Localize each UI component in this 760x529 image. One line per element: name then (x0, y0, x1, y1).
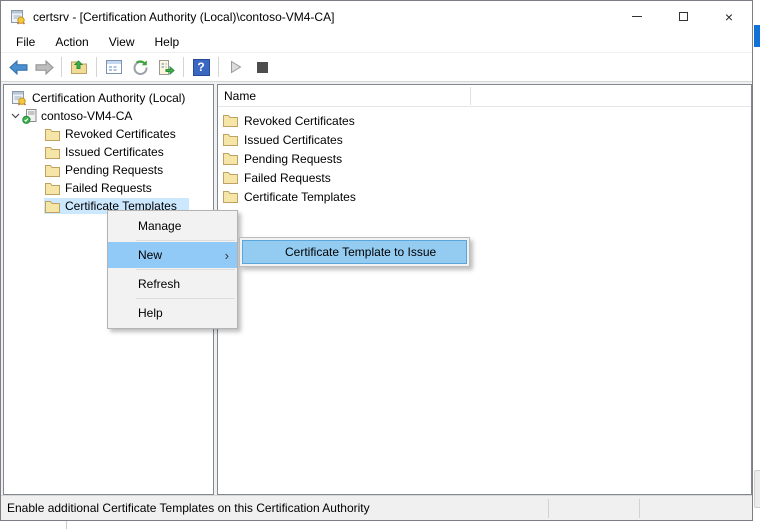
folder-icon (45, 200, 60, 213)
properties-button[interactable] (102, 55, 126, 79)
close-icon: × (725, 10, 733, 24)
toolbar-separator (61, 57, 62, 77)
folder-icon (45, 128, 60, 141)
menu-separator (136, 269, 235, 270)
status-bar-divider (639, 499, 640, 518)
menu-separator (136, 298, 235, 299)
list-header: Name (218, 85, 751, 107)
list-item-label: Revoked Certificates (244, 114, 355, 128)
menu-help[interactable]: Help (145, 33, 190, 51)
chevron-down-icon[interactable] (9, 113, 22, 119)
background-window-fragment (66, 521, 67, 529)
maximize-icon (679, 12, 688, 21)
list-item-issued-certificates[interactable]: Issued Certificates (218, 130, 751, 149)
tree-node-failed-requests[interactable]: Failed Requests (4, 179, 213, 197)
certification-authority-tree: Certification Authority (Local) conto (4, 85, 213, 215)
menu-bar: File Action View Help (1, 32, 752, 53)
list-item-pending-requests[interactable]: Pending Requests (218, 149, 751, 168)
tree-node-issued-certificates[interactable]: Issued Certificates (4, 143, 213, 161)
tree-node-label: Failed Requests (65, 181, 152, 195)
submenu-arrow-icon: › (225, 248, 229, 263)
maximize-button[interactable] (660, 1, 706, 32)
window-title: certsrv - [Certification Authority (Loca… (33, 10, 334, 24)
context-menu: Manage New › Refresh Help (107, 210, 238, 329)
back-arrow-icon (9, 60, 28, 75)
tree-node-revoked-certificates[interactable]: Revoked Certificates (4, 125, 213, 143)
folder-icon (45, 182, 60, 195)
play-icon (230, 60, 242, 74)
new-submenu: Certificate Template to Issue (239, 237, 470, 267)
back-button[interactable] (6, 55, 30, 79)
tree-node-label: Revoked Certificates (65, 127, 176, 141)
folder-icon (223, 133, 238, 146)
background-window-fragment (754, 25, 760, 47)
help-button[interactable]: ? (189, 55, 213, 79)
context-menu-refresh[interactable]: Refresh (108, 271, 237, 297)
background-window-fragment (754, 470, 760, 508)
up-folder-icon (70, 59, 88, 75)
refresh-icon (132, 59, 149, 76)
list-item-revoked-certificates[interactable]: Revoked Certificates (218, 111, 751, 130)
folder-icon (45, 146, 60, 159)
toolbar-separator (183, 57, 184, 77)
context-menu-new-label: New (138, 248, 162, 262)
list-item-label: Issued Certificates (244, 133, 343, 147)
folder-icon (223, 152, 238, 165)
tree-node-label: Certification Authority (Local) (32, 91, 185, 105)
list-item-failed-requests[interactable]: Failed Requests (218, 168, 751, 187)
certification-authority-icon (11, 90, 27, 106)
toolbar: ? (1, 53, 752, 82)
column-divider[interactable] (470, 87, 471, 105)
folder-icon (223, 190, 238, 203)
certsrv-app-icon (10, 9, 26, 25)
properties-window-icon (105, 59, 123, 75)
menu-action[interactable]: Action (45, 33, 98, 51)
minimize-button[interactable] (614, 1, 660, 32)
status-text: Enable additional Certificate Templates … (7, 501, 370, 515)
close-button[interactable]: × (706, 1, 752, 32)
start-service-button[interactable] (224, 55, 248, 79)
minimize-icon (632, 16, 642, 17)
result-list-pane: Name Revoked Certificates Issued Certifi… (217, 84, 752, 495)
export-list-icon (157, 59, 175, 76)
tree-node-label: Pending Requests (65, 163, 163, 177)
tree-node-label: Issued Certificates (65, 145, 164, 159)
context-menu-manage[interactable]: Manage (108, 213, 237, 239)
submenu-certificate-template-to-issue[interactable]: Certificate Template to Issue (242, 240, 467, 264)
list-item-label: Failed Requests (244, 171, 331, 185)
up-one-level-button[interactable] (67, 55, 91, 79)
context-menu-new[interactable]: New › (108, 242, 237, 268)
folder-icon (223, 114, 238, 127)
tree-node-pending-requests[interactable]: Pending Requests (4, 161, 213, 179)
help-icon: ? (193, 59, 210, 76)
stop-service-button[interactable] (250, 55, 274, 79)
status-bar-divider (548, 499, 549, 518)
export-list-button[interactable] (154, 55, 178, 79)
list-item-label: Certificate Templates (244, 190, 356, 204)
ca-server-icon (22, 109, 37, 124)
list-items: Revoked Certificates Issued Certificates… (218, 107, 751, 206)
context-menu-help[interactable]: Help (108, 300, 237, 326)
status-bar: Enable additional Certificate Templates … (1, 495, 752, 520)
menu-view[interactable]: View (99, 33, 145, 51)
name-column-header[interactable]: Name (224, 89, 256, 103)
tree-node-label: contoso-VM4-CA (41, 109, 132, 123)
list-item-label: Pending Requests (244, 152, 342, 166)
toolbar-separator (218, 57, 219, 77)
tree-node-certification-authority[interactable]: Certification Authority (Local) (4, 89, 213, 107)
forward-button[interactable] (32, 55, 56, 79)
forward-arrow-icon (35, 60, 54, 75)
folder-icon (223, 171, 238, 184)
list-item-certificate-templates[interactable]: Certificate Templates (218, 187, 751, 206)
folder-icon (45, 164, 60, 177)
title-bar[interactable]: certsrv - [Certification Authority (Loca… (1, 1, 752, 32)
refresh-button[interactable] (128, 55, 152, 79)
tree-node-ca[interactable]: contoso-VM4-CA (4, 107, 213, 125)
menu-separator (136, 240, 235, 241)
menu-file[interactable]: File (6, 33, 45, 51)
toolbar-separator (96, 57, 97, 77)
stop-icon (257, 62, 268, 73)
